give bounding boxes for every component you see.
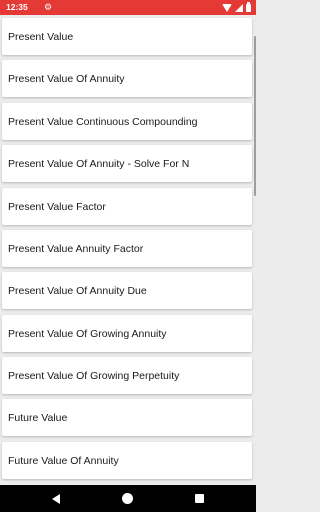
- wifi-icon: [222, 3, 232, 12]
- list-item-label: Present Value Of Growing Perpetuity: [8, 369, 180, 382]
- gear-icon: ⚙: [44, 2, 53, 12]
- list-item-present-value-factor[interactable]: Present Value Factor: [2, 188, 252, 225]
- scrollbar[interactable]: [254, 36, 256, 196]
- home-icon[interactable]: [122, 493, 133, 504]
- battery-icon: [246, 1, 251, 12]
- list-item-label: Present Value Continuous Compounding: [8, 115, 198, 128]
- list-item-label: Present Value Annuity Factor: [8, 242, 144, 255]
- list-item-future-value-of-annuity[interactable]: Future Value Of Annuity: [2, 442, 252, 479]
- list-item-label: Future Value Of Annuity: [8, 454, 119, 467]
- status-icons: [222, 1, 251, 12]
- list-item-label: Present Value Of Annuity - Solve For N: [8, 157, 190, 170]
- list-item-label: Future Value: [8, 411, 68, 424]
- list-item-present-value-of-growing-perpetuity[interactable]: Present Value Of Growing Perpetuity: [2, 357, 252, 394]
- back-icon[interactable]: [52, 494, 60, 504]
- list-item-future-value[interactable]: Future Value: [2, 399, 252, 436]
- status-bar: 12:35 ⚙: [0, 0, 256, 15]
- navigation-bar: [0, 485, 256, 512]
- list-item-label: Present Value Of Annuity Due: [8, 284, 147, 297]
- list-item-present-value-of-annuity[interactable]: Present Value Of Annuity: [2, 60, 252, 97]
- recents-icon[interactable]: [195, 494, 204, 503]
- signal-icon: [235, 3, 243, 12]
- list-item-label: Present Value Of Annuity: [8, 72, 125, 85]
- list-item-label: Present Value: [8, 30, 74, 43]
- list-item-present-value-of-annuity-due[interactable]: Present Value Of Annuity Due: [2, 272, 252, 309]
- list-item-present-value-continuous-compounding[interactable]: Present Value Continuous Compounding: [2, 103, 252, 140]
- list-item-present-value[interactable]: Present Value: [2, 18, 252, 55]
- list-item-label: Present Value Factor: [8, 200, 106, 213]
- calculator-list[interactable]: Present Value Present Value Of Annuity P…: [0, 15, 256, 485]
- list-item-present-value-of-annuity-solve-for-n[interactable]: Present Value Of Annuity - Solve For N: [2, 145, 252, 182]
- list-item-present-value-annuity-factor[interactable]: Present Value Annuity Factor: [2, 230, 252, 267]
- status-time: 12:35: [6, 2, 28, 12]
- list-item-label: Present Value Of Growing Annuity: [8, 327, 167, 340]
- list-item-present-value-of-growing-annuity[interactable]: Present Value Of Growing Annuity: [2, 315, 252, 352]
